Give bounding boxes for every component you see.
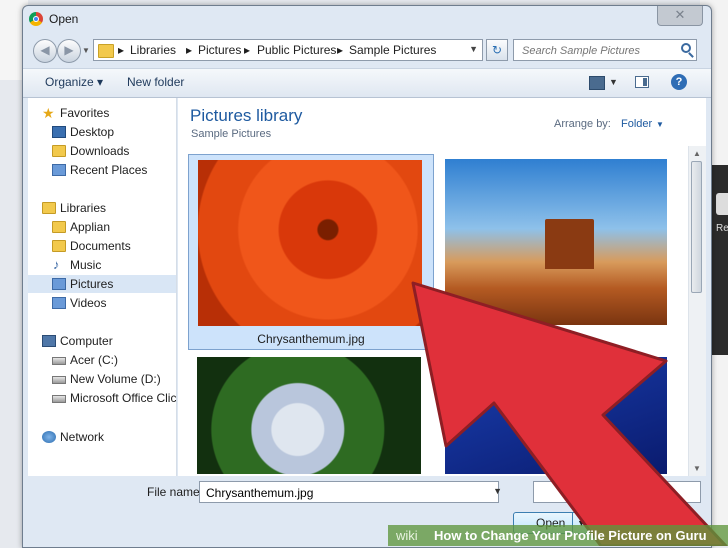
red-arrow-icon: [411, 281, 728, 546]
watermark-bar: wiki How to Change Your Profile Picture …: [388, 525, 728, 546]
watermark-text: How to Change Your Profile Picture on Gu…: [434, 528, 707, 543]
pointer-arrow-overlay: [411, 281, 728, 546]
watermark-brand: wiki: [396, 528, 418, 543]
